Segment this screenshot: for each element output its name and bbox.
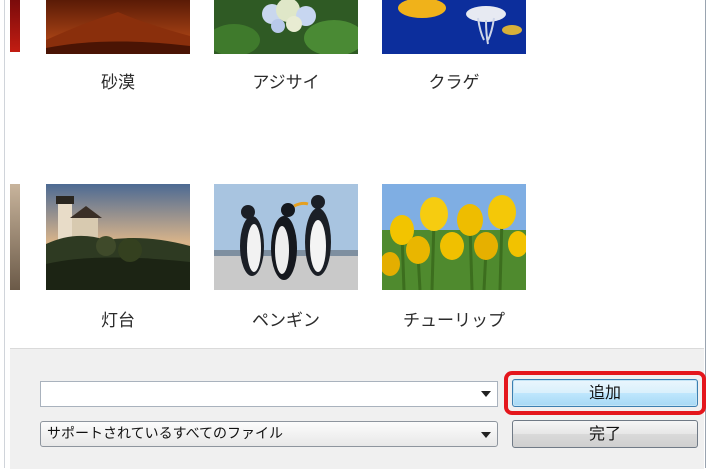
penguins-image: [214, 184, 358, 290]
caption-hydrangea: アジサイ: [252, 73, 320, 93]
thumb-hydrangea[interactable]: [214, 0, 358, 54]
lighthouse-image: [46, 184, 190, 290]
dialog-footer: サポートされているすべてのファイル 追加 完了: [10, 348, 706, 469]
thumb-jellyfish[interactable]: [382, 0, 526, 54]
desert-image: [46, 0, 190, 54]
filename-combobox[interactable]: [40, 381, 498, 407]
jellyfish-image: [382, 0, 526, 54]
caption-penguins: ペンギン: [252, 311, 320, 331]
caption-desert: 砂漠: [101, 73, 135, 93]
tulips-image: [382, 184, 526, 290]
thumb-lighthouse[interactable]: [46, 184, 190, 290]
thumb-desert[interactable]: [46, 0, 190, 54]
caption-jellyfish: クラゲ: [428, 73, 480, 93]
filetype-dropdown[interactable]: サポートされているすべてのファイル: [40, 421, 498, 447]
image-gallery: 砂漠 アジサイ クラゲ 灯台 ペンギン チューリップ: [10, 0, 704, 348]
thumb-penguins[interactable]: [214, 184, 358, 290]
thumb-left-edge-row2[interactable]: [10, 184, 20, 290]
chevron-down-icon[interactable]: [481, 432, 491, 438]
caption-lighthouse: 灯台: [101, 311, 135, 331]
file-picker-dialog: 砂漠 アジサイ クラゲ 灯台 ペンギン チューリップ サポートされているすべての…: [4, 0, 706, 469]
hydrangea-image: [214, 0, 358, 54]
chevron-down-icon[interactable]: [481, 391, 491, 397]
done-button[interactable]: 完了: [512, 420, 698, 448]
filetype-selected: サポートされているすべてのファイル: [47, 426, 284, 442]
thumb-tulips[interactable]: [382, 184, 526, 290]
thumb-left-edge-row1[interactable]: [10, 0, 20, 52]
caption-tulips: チューリップ: [403, 311, 505, 331]
add-button[interactable]: 追加: [512, 379, 698, 407]
